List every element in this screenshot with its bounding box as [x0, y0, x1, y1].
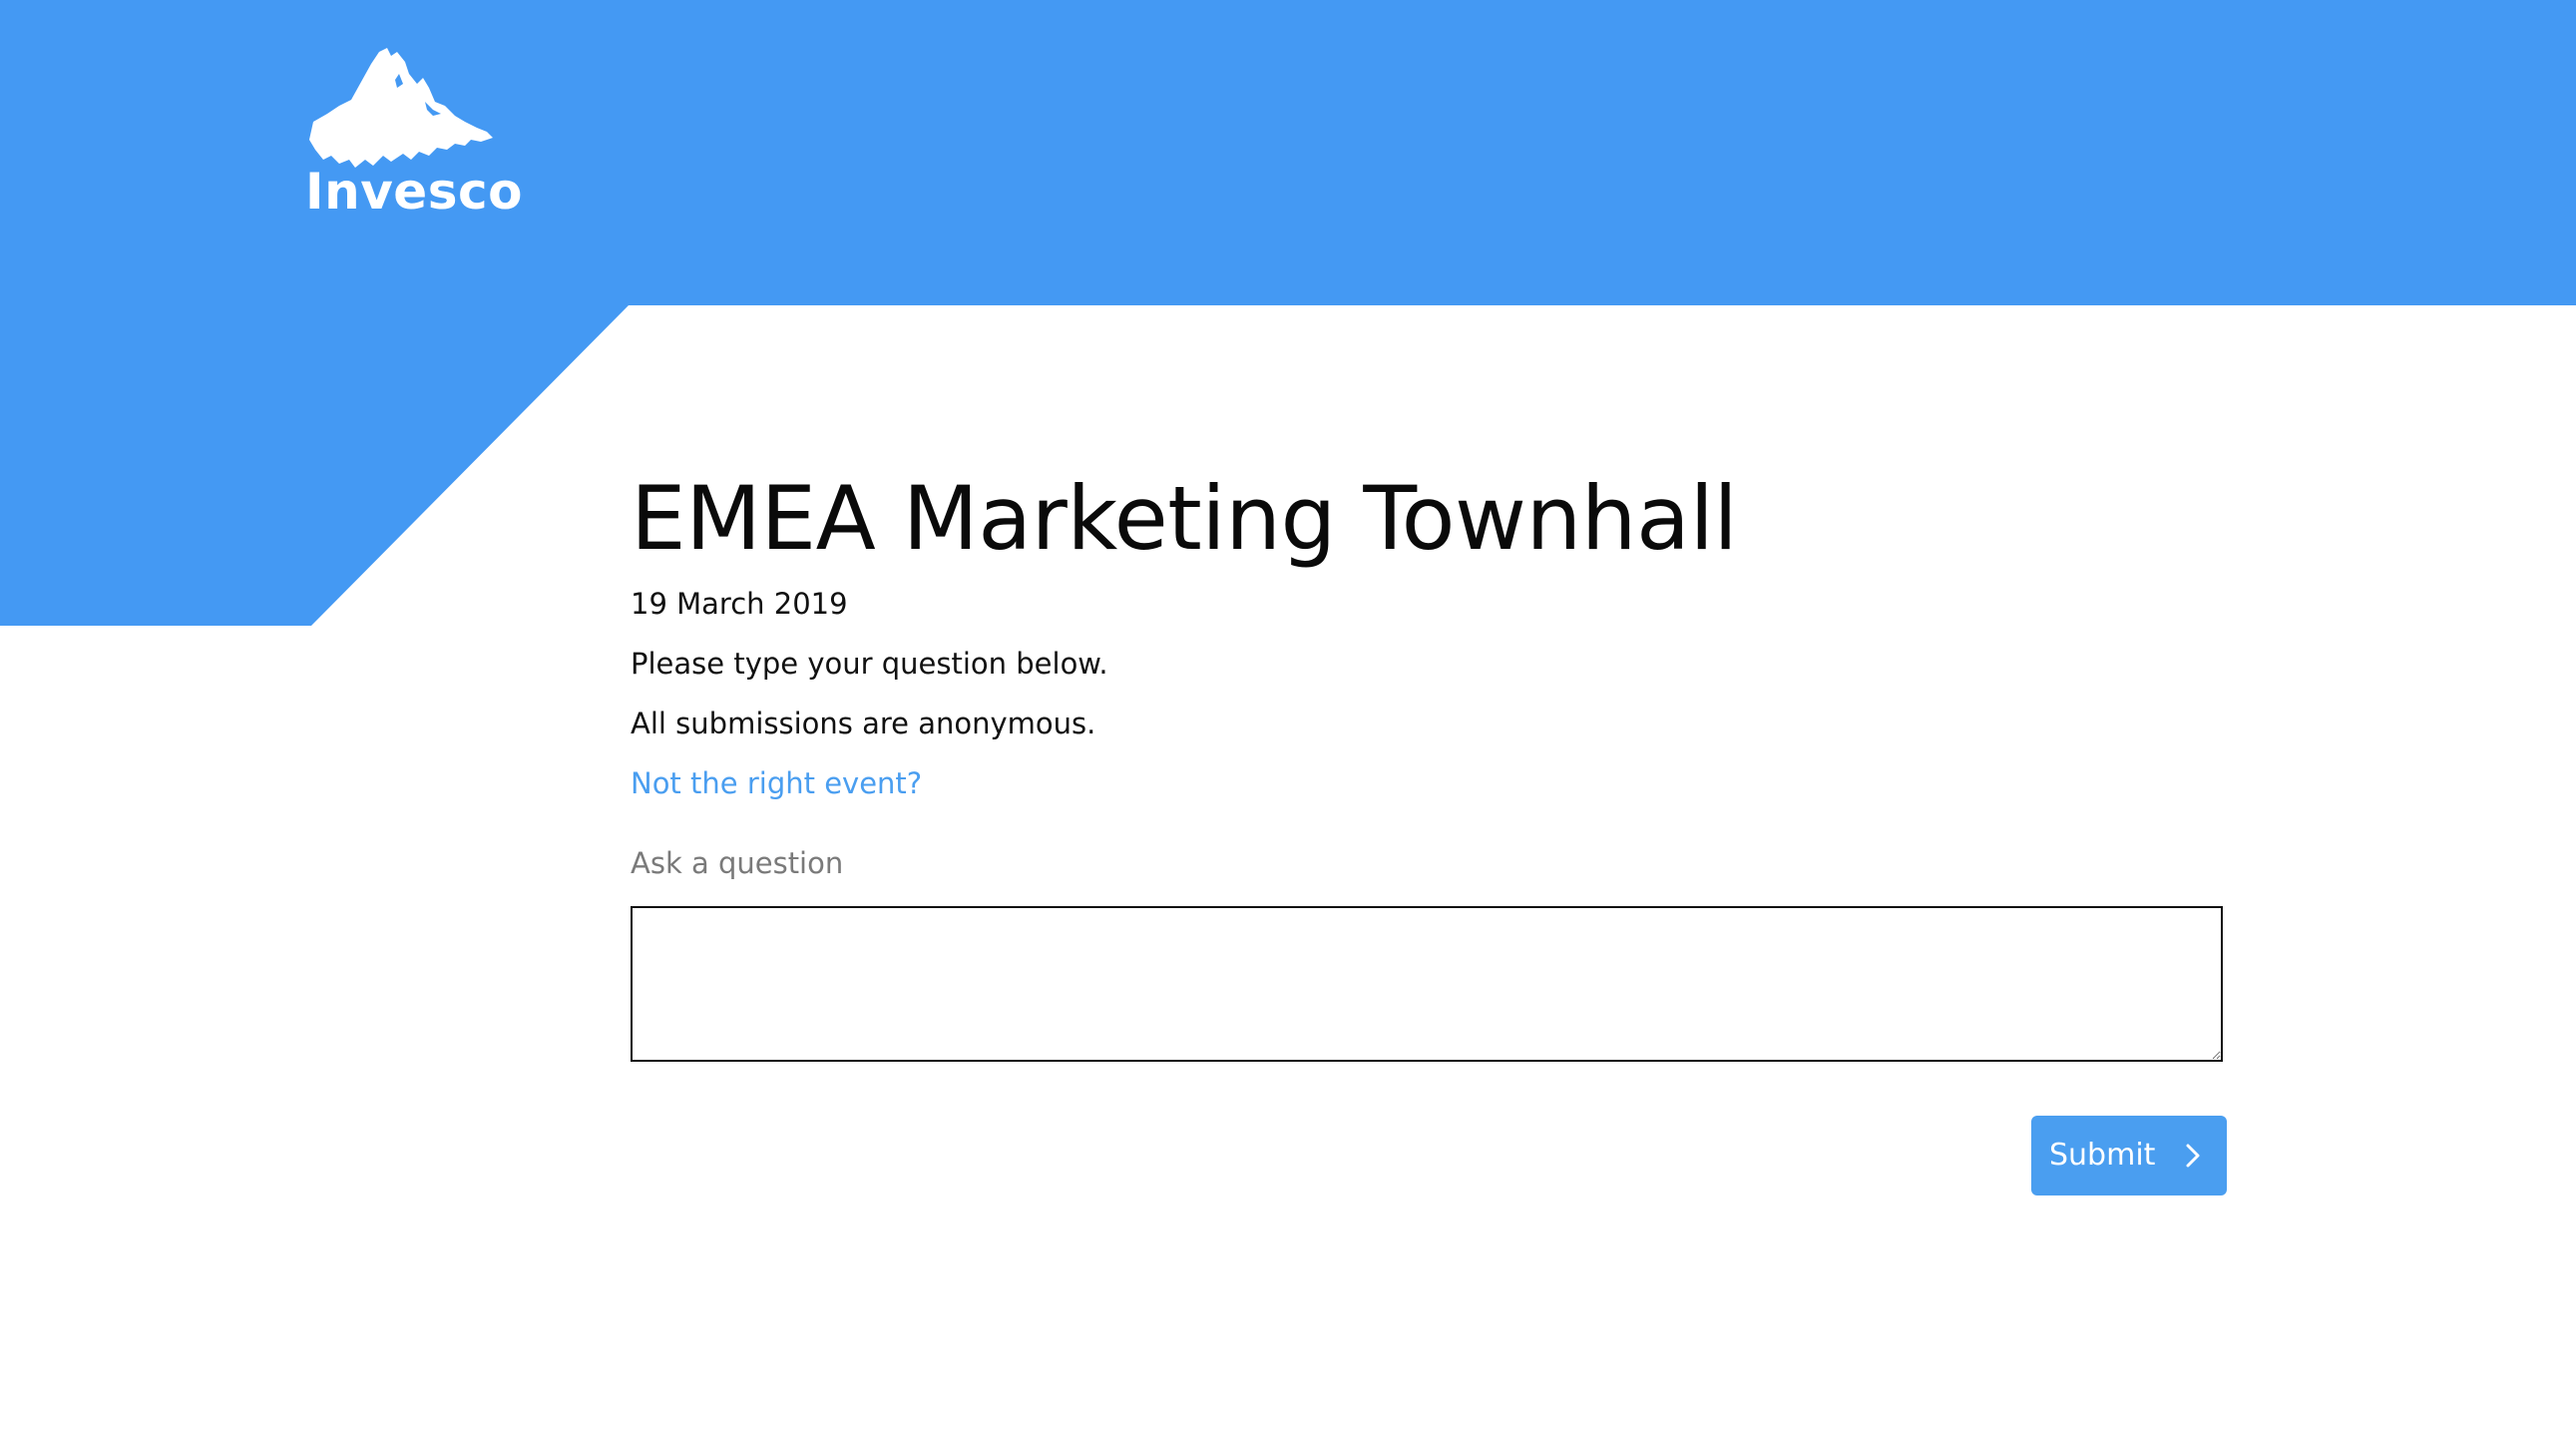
anonymity-note: All submissions are anonymous.: [631, 707, 1096, 740]
mountain-logo-icon: [309, 48, 493, 168]
event-date: 19 March 2019: [631, 587, 848, 621]
question-label: Ask a question: [631, 846, 844, 880]
brand-logo[interactable]: Invesco: [305, 44, 523, 224]
brand-name: Invesco: [305, 163, 523, 221]
page: Invesco EMEA Marketing Townhall 19 March…: [0, 0, 2576, 1433]
question-textarea[interactable]: [631, 906, 2223, 1062]
instructions-text: Please type your question below.: [631, 647, 1108, 681]
event-content: EMEA Marketing Townhall 19 March 2019 Pl…: [631, 467, 2227, 1195]
wrong-event-link[interactable]: Not the right event?: [631, 766, 922, 800]
chevron-right-icon: [2186, 1144, 2200, 1168]
page-title: EMEA Marketing Townhall: [631, 467, 1738, 570]
submit-button[interactable]: Submit: [2031, 1116, 2227, 1195]
submit-label: Submit: [2049, 1138, 2156, 1173]
